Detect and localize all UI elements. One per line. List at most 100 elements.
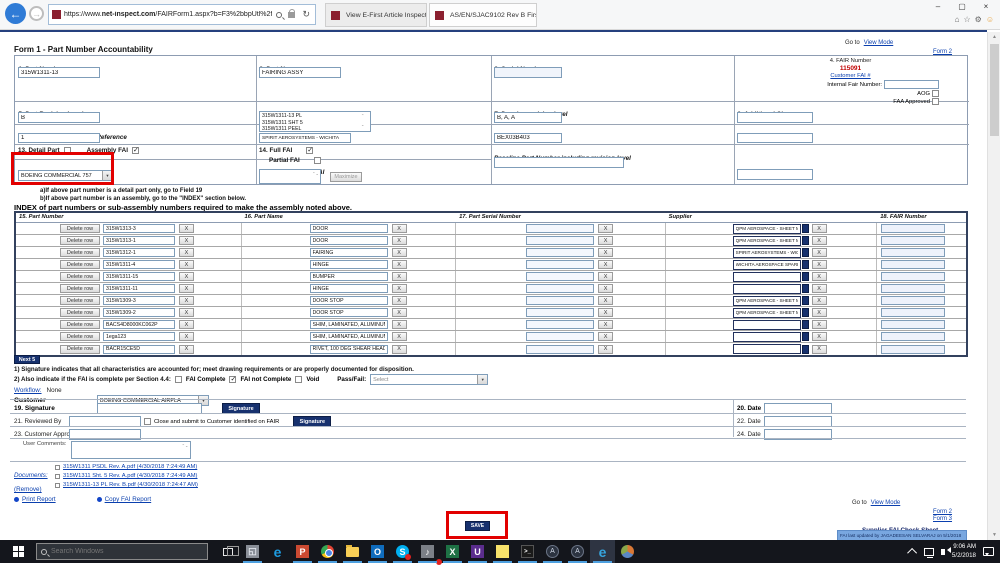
- clear-part-name-button[interactable]: X: [392, 260, 407, 269]
- document-link[interactable]: 315W1311 Sht. 5 Rev. A.pdf (4/30/2018 7:…: [63, 473, 198, 479]
- part-serial-input[interactable]: [526, 224, 594, 233]
- supplier-input[interactable]: [733, 320, 801, 330]
- supplier-input[interactable]: [733, 296, 801, 306]
- app-circle-icon-2[interactable]: A: [565, 540, 590, 563]
- fair-number-input[interactable]: [881, 320, 945, 329]
- maximize-button[interactable]: Maximize: [330, 172, 362, 182]
- part-serial-input[interactable]: [526, 236, 594, 245]
- part-number-input[interactable]: [103, 236, 175, 245]
- maximize-button[interactable]: ▢: [950, 0, 974, 13]
- internet-explorer-icon[interactable]: e: [590, 540, 615, 563]
- clear-part-number-button[interactable]: X: [179, 308, 194, 317]
- clear-part-number-button[interactable]: X: [179, 320, 194, 329]
- additional-changes-field[interactable]: [737, 112, 813, 123]
- save-button[interactable]: SAVE: [465, 521, 490, 531]
- part-name-input[interactable]: [310, 320, 388, 329]
- delete-row-button[interactable]: Delete row: [60, 248, 100, 257]
- print-report-link[interactable]: Print Report: [22, 496, 56, 503]
- clear-part-number-button[interactable]: X: [179, 332, 194, 341]
- clear-serial-button[interactable]: X: [598, 332, 613, 341]
- view-mode-link-bottom[interactable]: View Mode: [871, 500, 901, 506]
- customer-part-number-input[interactable]: [737, 169, 813, 180]
- scroll-down-arrow[interactable]: ▼: [988, 530, 1000, 540]
- fair-number-input[interactable]: [881, 248, 945, 257]
- clear-part-number-button[interactable]: X: [179, 236, 194, 245]
- drawing-revision-field[interactable]: [494, 112, 562, 123]
- excel-icon[interactable]: X: [440, 540, 465, 563]
- clear-supplier-button[interactable]: X: [812, 248, 827, 257]
- delete-row-button[interactable]: Delete row: [60, 224, 100, 233]
- volume-icon[interactable]: [941, 549, 945, 555]
- favorites-star-icon[interactable]: ☆: [963, 15, 970, 24]
- clock[interactable]: 9:06 AM5/2/2018: [952, 543, 976, 559]
- skype-icon[interactable]: S: [390, 540, 415, 563]
- fair-number-input[interactable]: [881, 260, 945, 269]
- part-name-input[interactable]: [310, 332, 388, 341]
- clear-part-number-button[interactable]: X: [179, 260, 194, 269]
- u-app-icon[interactable]: U: [465, 540, 490, 563]
- command-prompt-icon[interactable]: >_: [515, 540, 540, 563]
- part-serial-input[interactable]: [526, 332, 594, 341]
- back-button[interactable]: ←: [5, 3, 26, 24]
- organization-name-field[interactable]: [259, 133, 351, 143]
- part-number-field[interactable]: [18, 67, 100, 78]
- clear-serial-button[interactable]: X: [598, 224, 613, 233]
- clear-serial-button[interactable]: X: [598, 260, 613, 269]
- app-window-icon[interactable]: ◱: [240, 540, 265, 563]
- url-text[interactable]: https://www.net-inspect.com/FAIRForm1.as…: [64, 11, 272, 18]
- tab-as-en-sjac9102[interactable]: AS/EN/SJAC9102 Rev B First... ×: [429, 3, 537, 27]
- part-name-input[interactable]: [310, 236, 388, 245]
- next5-button[interactable]: Next 5: [14, 355, 40, 364]
- part-serial-input[interactable]: [526, 248, 594, 257]
- delete-row-button[interactable]: Delete row: [60, 308, 100, 317]
- address-bar[interactable]: https://www.net-inspect.com/FAIRForm1.as…: [48, 4, 316, 25]
- clear-part-number-button[interactable]: X: [179, 224, 194, 233]
- part-name-input[interactable]: [310, 296, 388, 305]
- part-number-input[interactable]: [103, 320, 175, 329]
- minimize-button[interactable]: –: [926, 0, 950, 13]
- supplier-input[interactable]: [733, 236, 801, 246]
- part-number-input[interactable]: [103, 260, 175, 269]
- part-name-input[interactable]: [310, 272, 388, 281]
- document-link[interactable]: 315W1311 PSDL Rev. A.pdf (4/30/2018 7:24…: [63, 464, 197, 470]
- supplier-lookup-button[interactable]: [802, 260, 809, 269]
- delete-row-button[interactable]: Delete row: [60, 272, 100, 281]
- clear-supplier-button[interactable]: X: [812, 320, 827, 329]
- task-view-button[interactable]: [216, 540, 240, 563]
- delete-row-button[interactable]: Delete row: [60, 345, 100, 354]
- fai-not-complete-checkbox[interactable]: [229, 376, 236, 383]
- faa-approved-checkbox[interactable]: [932, 98, 939, 105]
- clear-serial-button[interactable]: X: [598, 296, 613, 305]
- clear-part-number-button[interactable]: X: [179, 272, 194, 281]
- fair-number-input[interactable]: [881, 308, 945, 317]
- clear-supplier-button[interactable]: X: [812, 332, 827, 341]
- customer-fai-link[interactable]: Customer FAI #: [830, 73, 870, 79]
- clear-supplier-button[interactable]: X: [812, 296, 827, 305]
- textarea-scroll-arrows[interactable]: ⌃⌄: [361, 112, 364, 130]
- supplier-input[interactable]: [733, 344, 801, 354]
- reason-partial-textarea[interactable]: ⌃⌄: [259, 169, 321, 184]
- clear-part-number-button[interactable]: X: [179, 296, 194, 305]
- app-circle-icon-1[interactable]: A: [540, 540, 565, 563]
- part-number-input[interactable]: [103, 345, 175, 354]
- fair-number-input[interactable]: [881, 236, 945, 245]
- refresh-icon[interactable]: ↻: [302, 9, 310, 20]
- part-name-input[interactable]: [310, 224, 388, 233]
- supplier-lookup-button[interactable]: [802, 296, 809, 305]
- settings-gear-icon[interactable]: ⚙: [975, 15, 982, 24]
- fair-number-input[interactable]: [881, 224, 945, 233]
- clear-serial-button[interactable]: X: [598, 320, 613, 329]
- remove-link[interactable]: (Remove): [14, 478, 42, 496]
- clear-part-number-button[interactable]: X: [179, 284, 194, 293]
- clear-serial-button[interactable]: X: [598, 284, 613, 293]
- part-name-input[interactable]: [310, 308, 388, 317]
- delete-row-button[interactable]: Delete row: [60, 320, 100, 329]
- document-checkbox[interactable]: [55, 465, 60, 470]
- chrome-icon[interactable]: [315, 540, 340, 563]
- fair-number-input[interactable]: [881, 332, 945, 341]
- part-number-input[interactable]: [103, 308, 175, 317]
- delete-row-button[interactable]: Delete row: [60, 284, 100, 293]
- mfg-process-ref-field[interactable]: [18, 133, 100, 143]
- supplier-input[interactable]: [733, 332, 801, 342]
- delete-row-button[interactable]: Delete row: [60, 260, 100, 269]
